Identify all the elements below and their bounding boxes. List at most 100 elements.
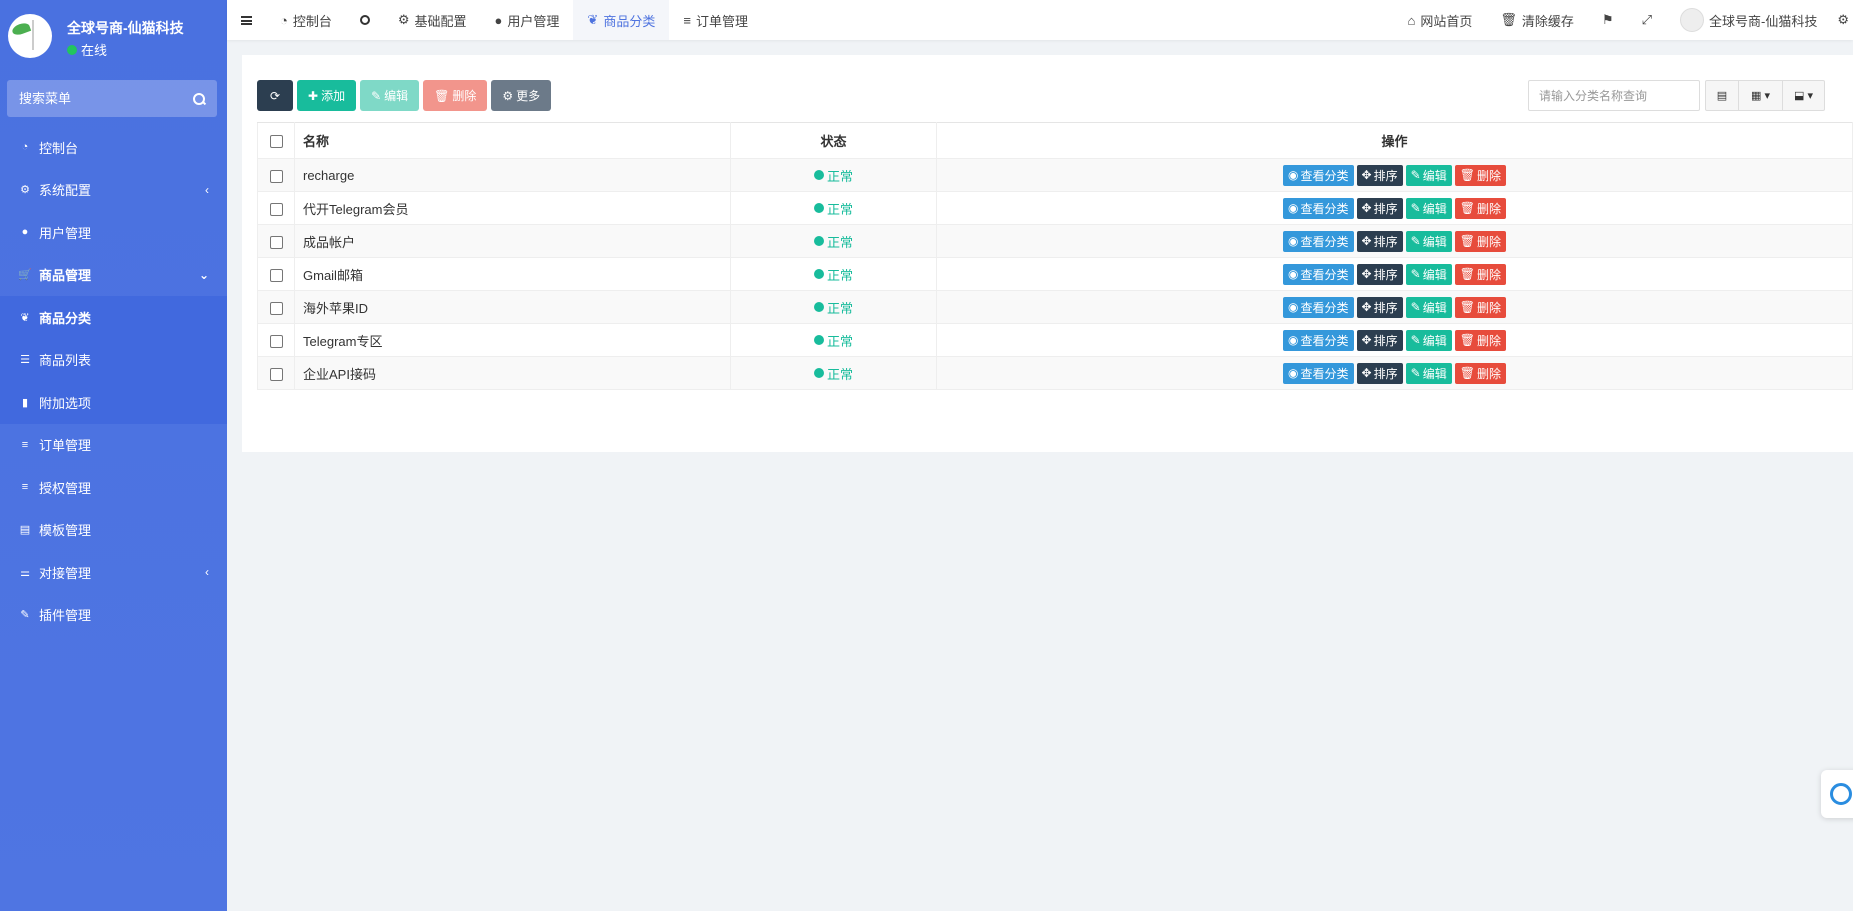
row-name: 成品帐户 — [294, 224, 731, 258]
home-link[interactable]: ⌂ 网站首页 — [1394, 0, 1487, 40]
user-menu[interactable]: 全球号商-仙猫科技 — [1666, 0, 1831, 40]
row-checkbox[interactable] — [269, 334, 283, 348]
move-icon: ✥ — [1361, 267, 1372, 281]
sidebar-toggle-button[interactable] — [227, 0, 266, 40]
sort-button[interactable]: ✥ 排序 — [1356, 362, 1403, 384]
sort-button[interactable]: ✥ 排序 — [1356, 329, 1403, 351]
fullscreen-button[interactable]: ⤢ — [1628, 0, 1666, 40]
sidebar-item-licenses[interactable]: ≡ 授权管理 — [0, 466, 227, 509]
row-actions: ◉ 查看分类 ✥ 排序 ✎ 编辑 🗑 删除 — [1283, 230, 1506, 252]
row-delete-button[interactable]: 🗑 删除 — [1454, 362, 1506, 384]
trash-icon: 🗑 — [1459, 366, 1475, 380]
row-edit-button[interactable]: ✎ 编辑 — [1405, 263, 1452, 285]
trash-icon: 🗑 — [1459, 201, 1475, 215]
avatar — [1680, 8, 1704, 32]
row-checkbox[interactable] — [269, 235, 283, 249]
row-edit-button[interactable]: ✎ 编辑 — [1405, 296, 1452, 318]
select-all-checkbox[interactable] — [269, 135, 283, 149]
chevron-down-icon: ⌄ — [198, 267, 209, 282]
delete-button[interactable]: 🗑 删除 — [423, 80, 488, 111]
sort-button[interactable]: ✥ 排序 — [1356, 164, 1403, 186]
sort-button[interactable]: ✥ 排序 — [1356, 230, 1403, 252]
refresh-button[interactable]: ⟳ — [257, 80, 293, 111]
home-label: 网站首页 — [1420, 13, 1473, 29]
status-label: 正常 — [826, 168, 853, 184]
row-delete-button[interactable]: 🗑 删除 — [1454, 296, 1506, 318]
row-checkbox[interactable] — [269, 367, 283, 381]
sort-button[interactable]: ✥ 排序 — [1356, 197, 1403, 219]
view-category-button[interactable]: ◉ 查看分类 — [1283, 296, 1354, 318]
view-category-button[interactable]: ◉ 查看分类 — [1283, 263, 1354, 285]
view-label: 查看分类 — [1300, 366, 1349, 381]
row-checkbox[interactable] — [269, 268, 283, 282]
row-delete-button[interactable]: 🗑 删除 — [1454, 197, 1506, 219]
sidebar-item-orders[interactable]: ≡ 订单管理 — [0, 424, 227, 467]
column-header-status[interactable]: 状态 — [730, 122, 937, 159]
sidebar-item-addons[interactable]: ▮ 附加选项 — [0, 381, 227, 424]
status-badge: 正常 — [813, 364, 853, 383]
category-search-input[interactable] — [1528, 80, 1700, 111]
tab-basic-config[interactable]: ⚙ 基础配置 — [384, 0, 481, 40]
tab-circle[interactable] — [346, 0, 384, 40]
row-delete-button[interactable]: 🗑 删除 — [1454, 164, 1506, 186]
view-category-button[interactable]: ◉ 查看分类 — [1283, 197, 1354, 219]
search-icon[interactable] — [193, 92, 205, 105]
row-checkbox[interactable] — [269, 301, 283, 315]
row-edit-button[interactable]: ✎ 编辑 — [1405, 164, 1452, 186]
sort-label: 排序 — [1373, 267, 1398, 282]
row-edit-button[interactable]: ✎ 编辑 — [1405, 230, 1452, 252]
export-button[interactable]: ⬓ ▾ — [1783, 80, 1825, 111]
move-icon: ✥ — [1361, 300, 1372, 314]
row-checkbox[interactable] — [269, 169, 283, 183]
edit-button[interactable]: ✎ 编辑 — [360, 80, 420, 111]
chevron-left-icon: ‹ — [205, 182, 209, 197]
menu-search-input[interactable] — [19, 91, 169, 106]
tab-goods-category[interactable]: ❦ 商品分类 — [573, 0, 670, 40]
columns-button[interactable]: ▦ ▾ — [1739, 80, 1783, 111]
view-category-button[interactable]: ◉ 查看分类 — [1283, 230, 1354, 252]
status-dot-icon — [813, 269, 824, 279]
language-button[interactable]: ⚑ — [1588, 0, 1628, 40]
view-category-button[interactable]: ◉ 查看分类 — [1283, 362, 1354, 384]
row-delete-button[interactable]: 🗑 删除 — [1454, 329, 1506, 351]
row-edit-button[interactable]: ✎ 编辑 — [1405, 197, 1452, 219]
tab-dashboard[interactable]: ◔ 控制台 — [266, 0, 346, 40]
sort-button[interactable]: ✥ 排序 — [1356, 263, 1403, 285]
sidebar-item-goods-list[interactable]: ☰ 商品列表 — [0, 339, 227, 382]
settings-button[interactable]: ⚙ — [1831, 0, 1853, 40]
clear-cache-button[interactable]: 🗑 清除缓存 — [1486, 0, 1588, 40]
status-dot-icon — [813, 368, 824, 378]
row-edit-button[interactable]: ✎ 编辑 — [1405, 362, 1452, 384]
trash-icon: 🗑 — [434, 88, 450, 103]
add-button[interactable]: ✚ 添加 — [297, 80, 357, 111]
view-category-button[interactable]: ◉ 查看分类 — [1283, 329, 1354, 351]
sidebar-item-dashboard[interactable]: ◔ 控制台 — [0, 126, 227, 169]
sidebar-item-templates[interactable]: ▤ 模板管理 — [0, 509, 227, 552]
sidebar-item-users[interactable]: ● 用户管理 — [0, 211, 227, 254]
row-checkbox[interactable] — [269, 202, 283, 216]
table-row: 海外苹果ID 正常 ◉ 查看分类 ✥ 排序 ✎ 编辑 🗑 删除 — [257, 290, 1853, 324]
more-button[interactable]: ⚙ 更多 — [491, 80, 552, 111]
sidebar-item-system-config[interactable]: ⚙ 系统配置 ‹ — [0, 169, 227, 212]
sort-button[interactable]: ✥ 排序 — [1356, 296, 1403, 318]
column-header-name[interactable]: 名称 — [294, 122, 731, 159]
floating-service-widget[interactable] — [1821, 770, 1853, 818]
category-table: 名称 状态 操作 recharge 正常 ◉ 查看分类 ✥ 排序 ✎ 编辑 🗑 删除 代开Teleg… — [257, 122, 1853, 390]
sidebar-item-goods-category[interactable]: ❦ 商品分类 — [0, 296, 227, 339]
view-category-button[interactable]: ◉ 查看分类 — [1283, 164, 1354, 186]
tab-label: 用户管理 — [507, 13, 560, 29]
tab-orders[interactable]: ≡ 订单管理 — [669, 0, 762, 40]
row-delete-button[interactable]: 🗑 删除 — [1454, 230, 1506, 252]
row-delete-button[interactable]: 🗑 删除 — [1454, 263, 1506, 285]
tab-users[interactable]: ● 用户管理 — [481, 0, 574, 40]
sidebar-item-integration[interactable]: ⚌ 对接管理 ‹ — [0, 551, 227, 594]
row-name: recharge — [294, 158, 731, 192]
sidebar-item-goods[interactable]: 🛒 商品管理 ⌄ — [0, 254, 227, 297]
row-edit-button[interactable]: ✎ 编辑 — [1405, 329, 1452, 351]
row-actions-cell: ◉ 查看分类 ✥ 排序 ✎ 编辑 🗑 删除 — [936, 191, 1853, 225]
toggle-view-button[interactable]: ▤ — [1705, 80, 1739, 111]
row-check-cell — [257, 191, 295, 225]
sidebar-item-plugins[interactable]: ✎ 插件管理 — [0, 594, 227, 637]
table-row: 成品帐户 正常 ◉ 查看分类 ✥ 排序 ✎ 编辑 🗑 删除 — [257, 224, 1853, 258]
row-status-cell: 正常 — [730, 257, 937, 291]
